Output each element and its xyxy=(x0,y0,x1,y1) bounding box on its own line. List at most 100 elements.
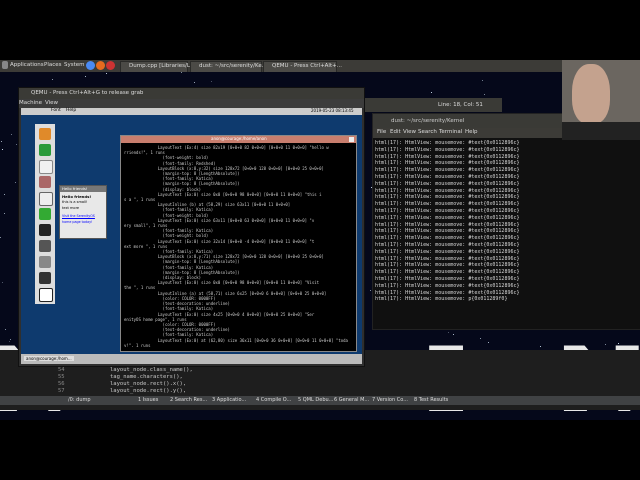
star xyxy=(2,282,3,283)
status-item[interactable]: 7 Version Co... xyxy=(372,397,408,403)
star xyxy=(11,134,12,135)
window-title: dust: ~/src/serenity/Kernel xyxy=(391,118,465,124)
code-line: tag_name.characters(), xyxy=(110,374,183,380)
terminal-line: html(17): HtmlView: mousemove: #text{0x0… xyxy=(375,269,520,276)
page-text: home page today! xyxy=(62,220,93,224)
close-icon[interactable] xyxy=(349,137,354,142)
terminal-line: html(17): HtmlView: mousemove: #text{0x0… xyxy=(375,140,520,146)
font-editor-icon[interactable] xyxy=(39,208,51,220)
star xyxy=(106,73,107,74)
terminal-icon[interactable] xyxy=(39,224,51,236)
html-view-window[interactable]: Hello friends! Hello friends! this is a … xyxy=(59,185,107,239)
star xyxy=(52,79,53,80)
menu-file[interactable]: File xyxy=(377,129,386,135)
status-item[interactable]: 2 Search Res... xyxy=(170,397,207,403)
guest-menu-font[interactable]: Font xyxy=(51,108,61,113)
terminal-line: html(17): HtmlView: mousemove: #text{0x0… xyxy=(375,235,520,242)
star xyxy=(2,149,3,150)
window-titlebar[interactable]: anon@courage:/home/anon xyxy=(121,136,356,143)
star xyxy=(618,343,619,344)
line-number: 56 xyxy=(58,381,65,387)
star xyxy=(5,329,6,330)
chrome-icon[interactable] xyxy=(86,61,95,70)
opera-icon[interactable] xyxy=(106,61,115,70)
status-item[interactable]: 1 Issues xyxy=(138,397,158,403)
star xyxy=(1,141,2,142)
system-menu[interactable]: System xyxy=(64,62,85,68)
star xyxy=(4,213,5,214)
paint-icon[interactable] xyxy=(39,176,51,188)
guest-terminal-window[interactable]: anon@courage:/home/anon LayoutText (Ex:4… xyxy=(120,135,357,352)
terminal-output[interactable]: html(17): HtmlView: mousemove: #text{0x0… xyxy=(375,140,637,325)
guest-menubar: Font Help 2019-05-23 08:13:45 xyxy=(21,108,362,115)
star xyxy=(453,334,454,335)
app-icon[interactable] xyxy=(39,256,51,268)
terminal-line: html(17): HtmlView: mousemove: #text{0x0… xyxy=(375,153,520,160)
folder-icon[interactable] xyxy=(39,128,51,140)
applications-icon[interactable] xyxy=(2,61,8,69)
star xyxy=(0,237,1,238)
page-link[interactable]: Visit the SerenityOS xyxy=(62,214,95,218)
host-terminal-window[interactable]: dust: ~/src/serenity/Kernel File Edit Vi… xyxy=(372,113,640,330)
terminal-line: html(17): HtmlView: mousemove: #text{0x0… xyxy=(375,207,520,214)
terminal-line: html(17): HtmlView: mousemove: p{0x01128… xyxy=(375,296,508,303)
guest-display[interactable]: Font Help 2019-05-23 08:13:45 Hello frie… xyxy=(21,108,362,364)
code-line: layout_node.rect().x(), xyxy=(110,381,187,387)
page-text: Hello friends! xyxy=(62,194,92,199)
status-item[interactable]: 4 Compile O... xyxy=(256,397,291,403)
cursor-position: Line: 18, Col: 51 xyxy=(438,102,483,108)
star xyxy=(194,82,195,83)
guest-menu-help[interactable]: Help xyxy=(66,108,76,113)
star xyxy=(484,94,485,95)
window-titlebar[interactable]: Hello friends! xyxy=(60,186,106,192)
qemu-window[interactable]: QEMU - Press Ctrl+Alt+G to release grab … xyxy=(18,87,365,367)
menu-edit[interactable]: Edit xyxy=(390,129,401,135)
menu-terminal[interactable]: Terminal xyxy=(439,129,462,135)
places-menu[interactable]: Places xyxy=(44,62,62,68)
page-text: this is a small! xyxy=(62,200,88,204)
terminal-line: html(17): HtmlView: mousemove: #text{0x0… xyxy=(375,180,520,187)
terminal-line: LayoutText (Ex:0) size 0x0 [0+0+0 98 0+0… xyxy=(124,191,322,197)
menu-view[interactable]: View xyxy=(45,100,58,106)
star xyxy=(370,290,371,291)
menu-machine[interactable]: Machine xyxy=(19,100,42,106)
editor-window-header: Line: 18, Col: 51 xyxy=(350,98,502,112)
monitor-icon[interactable] xyxy=(39,272,51,284)
firefox-icon[interactable] xyxy=(96,61,105,70)
terminal-line: html(17): HtmlView: mousemove: #text{0x0… xyxy=(375,289,520,296)
terminal-line: html(17): HtmlView: mousemove: #text{0x0… xyxy=(375,262,520,269)
gear-icon[interactable] xyxy=(39,240,51,252)
status-item[interactable]: 6 General M... xyxy=(334,397,369,403)
status-item[interactable]: 5 QML Debu... xyxy=(298,397,333,403)
terminal-line: y!", 1 runs xyxy=(124,342,151,347)
document-icon[interactable] xyxy=(39,160,53,174)
status-item[interactable]: 3 Applicatio... xyxy=(212,397,246,403)
puzzle-icon[interactable] xyxy=(39,144,51,156)
terminal-line: html(17): HtmlView: mousemove: #text{0x0… xyxy=(375,228,520,235)
star xyxy=(480,338,481,339)
terminal-line: html(17): HtmlView: mousemove: #text{0x0… xyxy=(375,282,520,289)
star xyxy=(431,92,432,93)
status-item[interactable]: /0: dump xyxy=(68,397,91,403)
window-title: anon@courage:/home/anon xyxy=(211,136,267,141)
applications-menu[interactable]: Applications xyxy=(10,62,44,68)
window-titlebar[interactable]: QEMU - Press Ctrl+Alt+G to release grab xyxy=(19,88,364,99)
taskbar-item[interactable]: anon@courage:/hom... xyxy=(24,356,74,361)
piano-icon[interactable] xyxy=(39,288,53,302)
terminal-line: html(17): HtmlView: mousemove: #text{0x0… xyxy=(375,201,520,208)
terminal-line: LayoutText (Ex:0) size 0x0 [0+0+0 98 0+0… xyxy=(124,280,320,286)
status-item[interactable]: 8 Test Results xyxy=(414,397,448,403)
menu-help[interactable]: Help xyxy=(465,129,478,135)
text-editor-icon[interactable] xyxy=(39,192,53,206)
terminal-output[interactable]: LayoutText (Ex:4) size 82x19 [0+0+0 82 0… xyxy=(124,145,353,347)
star xyxy=(4,194,5,195)
menu-view[interactable]: View xyxy=(403,129,416,135)
guest-launcher xyxy=(35,124,55,304)
line-number: 54 xyxy=(58,367,65,373)
terminal-line: html(17): HtmlView: mousemove: #text{0x0… xyxy=(375,214,520,221)
terminal-line: html(17): HtmlView: mousemove: #text{0x0… xyxy=(375,146,520,153)
star xyxy=(540,346,541,347)
star xyxy=(15,182,16,183)
line-number: 55 xyxy=(58,374,65,380)
menu-search[interactable]: Search xyxy=(418,129,437,135)
